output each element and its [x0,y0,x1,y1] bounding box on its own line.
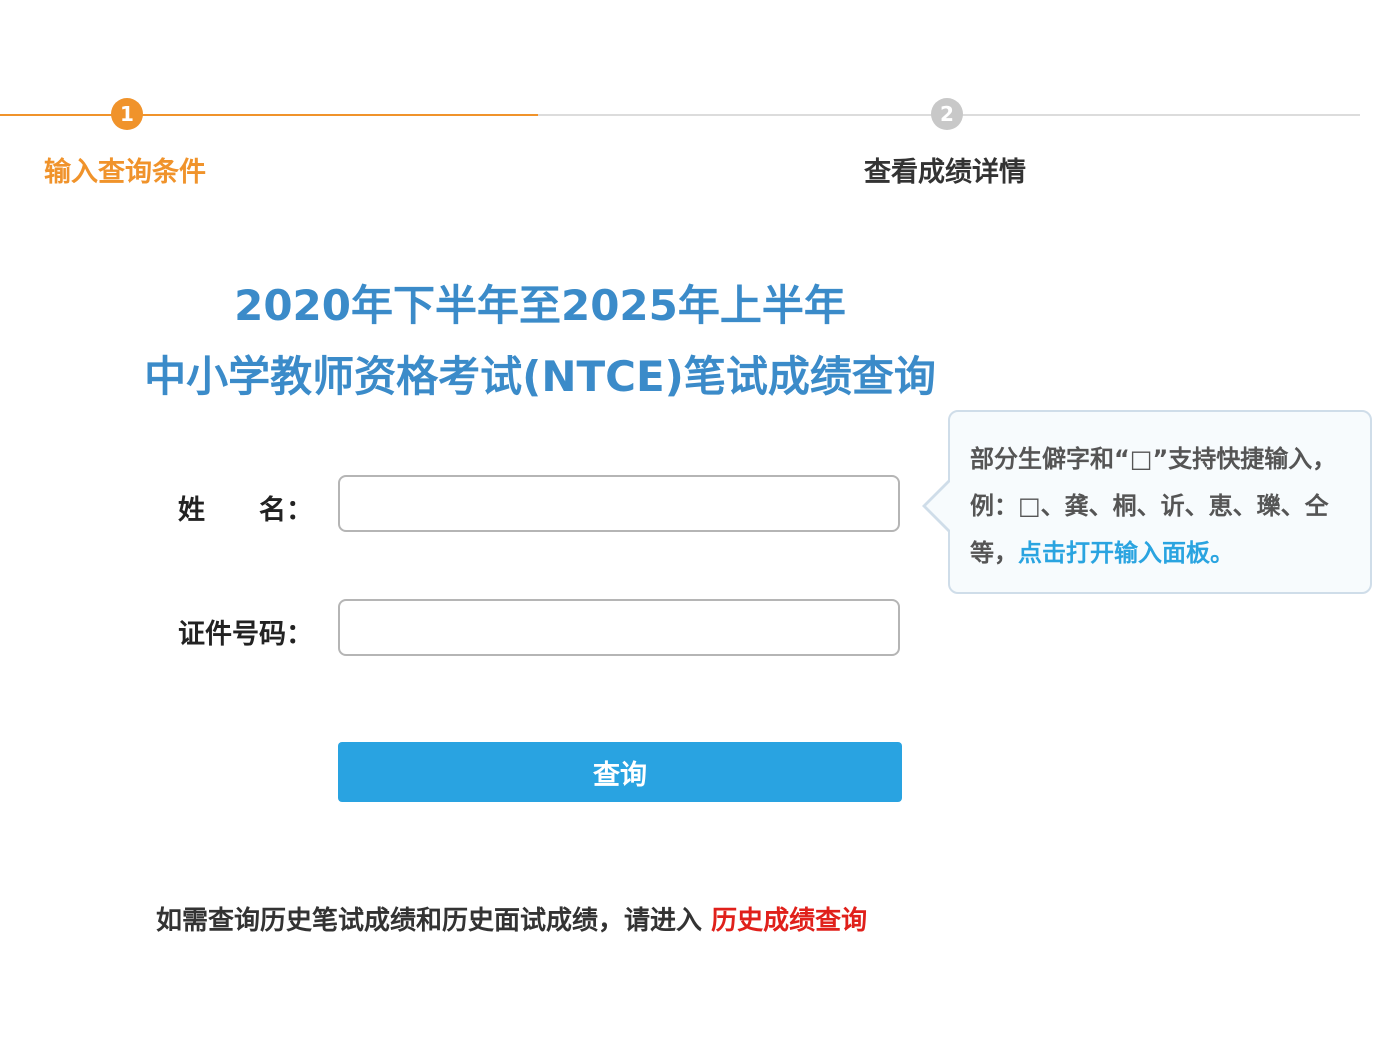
progress-line-completed [0,114,538,116]
name-label: 姓 名： [178,495,313,526]
step-2-label: 查看成绩详情 [864,157,1026,188]
page-title-line-1: 2020年下半年至2025年上半年 [234,281,846,330]
history-note-text: 如需查询历史笔试成绩和历史面试成绩，请进入 [156,906,703,936]
tooltip-arrow-fill [926,481,951,531]
id-number-input[interactable] [338,599,900,656]
open-input-panel-link[interactable]: 点击打开输入面板。 [1018,539,1234,567]
page-title-line-2: 中小学教师资格考试(NTCE)笔试成绩查询 [144,352,936,401]
query-button[interactable]: 查询 [338,742,902,802]
step-1-indicator: 1 [111,98,143,130]
step-2-indicator: 2 [931,98,963,130]
step-1-label: 输入查询条件 [44,157,206,188]
score-query-page: 1 2 输入查询条件 查看成绩详情 2020年下半年至2025年上半年 中小学教… [0,0,1395,1046]
history-score-query-link[interactable]: 历史成绩查询 [711,906,867,936]
name-input[interactable] [338,475,900,532]
rare-character-tooltip: 部分生僻字和“□”支持快捷输入，例：□、龚、桐、䜣、恵、瓅、仝等，点击打开输入面… [948,410,1372,594]
id-number-label: 证件号码： [178,619,313,650]
history-query-note: 如需查询历史笔试成绩和历史面试成绩，请进入 历史成绩查询 [156,900,867,937]
